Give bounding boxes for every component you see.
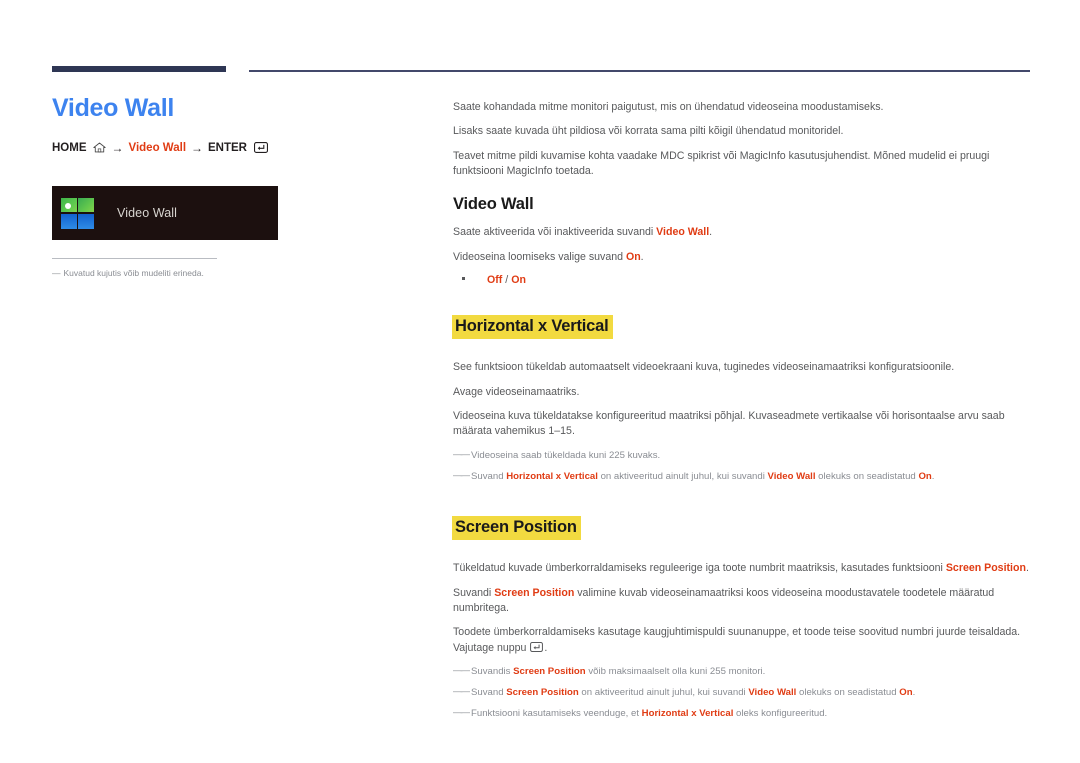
option-separator: /: [505, 274, 509, 287]
intro-paragraph-3: Teavet mitme pildi kuvamise kohta vaadak…: [453, 149, 990, 178]
hv-note-2-mid: on aktiveeritud ainult juhul, kui suvand…: [597, 470, 768, 482]
sp-p1-pre: Tükeldatud kuvade ümberkorraldamiseks re…: [453, 562, 946, 575]
hv-paragraph-3: Videoseina kuva tükeldatakse konfigureer…: [453, 409, 1005, 438]
breadcrumb-target-label[interactable]: Video Wall: [129, 142, 187, 154]
sp-note-3-pre: Funktsiooni kasutamiseks veenduge, et: [471, 708, 642, 720]
hv-note-1: ―― Videoseina saab tükeldada kuni 225 ku…: [453, 449, 1031, 463]
section-heading-horizontal-vertical: Horizontal x Vertical: [452, 315, 613, 340]
sp-paragraph-1: Tükeldatud kuvade ümberkorraldamiseks re…: [453, 561, 1031, 576]
video-wall-paragraph-1: Saate aktiveerida või inaktiveerida suva…: [453, 225, 1031, 240]
menu-preview-box[interactable]: Video Wall: [52, 186, 278, 240]
vw-p1-pre: Saate aktiveerida või inaktiveerida suva…: [453, 226, 657, 239]
sp-note-2-mid2: olekuks on seadistatud: [796, 687, 900, 699]
footnote-row: — Kuvatud kujutis võib mudeliti erineda.: [52, 268, 282, 279]
option-off[interactable]: Off: [487, 274, 502, 286]
section-horizontal-vertical: Horizontal x Vertical: [452, 302, 1031, 350]
note-dash-icon: ――: [453, 686, 470, 698]
note-dash-icon: ――: [453, 469, 470, 481]
vw-p2-accent: On: [625, 250, 641, 263]
sp-paragraph-2: Suvandi Screen Position valimine kuvab v…: [453, 586, 1031, 617]
hv-note-2: ―― Suvand Horizontal x Vertical on aktiv…: [453, 470, 1031, 484]
note-dash-icon: ――: [453, 707, 470, 719]
hv-note-2-pre: Suvand: [471, 470, 507, 482]
hv-note-2-accent-1: Horizontal x Vertical: [506, 470, 598, 482]
vw-p1-accent: Video Wall: [656, 226, 710, 239]
sp-note-2-accent-2: Video Wall: [748, 687, 797, 699]
enter-key-icon: [254, 142, 268, 153]
sp-note-3-accent: Horizontal x Vertical: [641, 708, 734, 720]
breadcrumb-enter-label: ENTER: [208, 141, 247, 154]
sp-p1-post: .: [1025, 562, 1029, 575]
footnote-divider: [52, 258, 217, 259]
enter-key-icon: [530, 641, 544, 652]
sp-note-2: ―― Suvand Screen Position on aktiveeritu…: [453, 686, 1031, 700]
left-footnote: — Kuvatud kujutis võib mudeliti erineda.: [52, 258, 282, 279]
vw-p2-post: .: [640, 250, 644, 263]
bullet-dot-icon: [462, 277, 465, 281]
section-heading-video-wall: Video Wall: [453, 195, 534, 214]
grid-indicator-dot: [65, 202, 71, 209]
hv-note-2-accent-2: Video Wall: [767, 470, 816, 482]
footnote-text: Kuvatud kujutis võib mudeliti erineda.: [63, 268, 204, 278]
sp-p3-post: .: [544, 641, 548, 654]
menu-preview-label: Video Wall: [117, 206, 178, 220]
vw-p2-pre: Videoseina loomiseks valige suvand: [453, 250, 626, 263]
section-heading-screen-position: Screen Position: [452, 516, 581, 541]
sp-note-2-accent-3: On: [899, 687, 913, 699]
intro-paragraph-1: Saate kohandada mitme monitori paigutust…: [453, 101, 884, 113]
hv-paragraph-1: See funktsioon tükeldab automaatselt vid…: [453, 361, 955, 374]
left-column: Video Wall HOME → Video Wall → ENTER: [52, 94, 392, 155]
section-screen-position: Screen Position: [452, 503, 1031, 551]
sp-note-1-accent: Screen Position: [513, 666, 586, 678]
hv-note-2-mid2: olekuks on seadistatud: [815, 470, 919, 482]
sp-paragraph-3: Toodete ümberkorraldamiseks kasutage kau…: [453, 625, 1031, 656]
sp-p2-accent: Screen Position: [494, 586, 575, 599]
footnote-dash: —: [52, 268, 60, 278]
sp-note-2-pre: Suvand: [471, 687, 507, 699]
sp-note-3-post: oleks konfigureeritud.: [733, 708, 828, 720]
header-rule-thick: [52, 66, 226, 72]
hv-note-2-accent-3: On: [918, 470, 932, 482]
video-wall-paragraph-2: Videoseina loomiseks valige suvand On.: [453, 250, 1031, 265]
sp-note-1-post: võib maksimaalselt olla kuni 255 monitor…: [585, 666, 766, 678]
sp-note-1: ―― Suvandis Screen Position võib maksima…: [453, 665, 1031, 679]
sp-note-1-pre: Suvandis: [471, 666, 514, 678]
breadcrumb-arrow-1: →: [111, 140, 124, 155]
grid-quadrant-bottom-right: [78, 213, 94, 229]
grid-quadrant-top-right: [78, 197, 94, 213]
hv-paragraph-2: Avage videoseinamaatriks.: [453, 385, 580, 398]
video-wall-grid-icon: [61, 197, 94, 229]
header-rules: [0, 66, 1080, 76]
breadcrumb-arrow-2: →: [191, 140, 204, 155]
note-dash-icon: ――: [453, 665, 470, 677]
sp-note-3: ―― Funktsiooni kasutamiseks veenduge, et…: [453, 707, 1031, 721]
breadcrumb: HOME → Video Wall → ENTER: [52, 141, 392, 155]
section-video-wall: Video Wall: [453, 195, 1031, 214]
page-title: Video Wall: [52, 94, 175, 122]
sp-p2-pre: Suvandi: [453, 586, 495, 599]
breadcrumb-home-label: HOME: [52, 141, 87, 154]
header-rule-thin: [249, 70, 1030, 72]
video-wall-options-row: Off / On: [453, 274, 1031, 286]
sp-note-2-accent-1: Screen Position: [506, 687, 579, 699]
option-on[interactable]: On: [511, 274, 526, 286]
sp-note-2-post: .: [912, 687, 916, 699]
hv-note-1-text: Videoseina saab tükeldada kuni 225 kuvak…: [471, 449, 661, 461]
vw-p1-post: .: [709, 226, 713, 239]
sp-p1-accent: Screen Position: [945, 562, 1026, 575]
sp-note-2-mid: on aktiveeritud ainult juhul, kui suvand…: [578, 687, 749, 699]
note-dash-icon: ――: [453, 448, 470, 460]
intro-paragraph-2: Lisaks saate kuvada üht pildiosa või kor…: [453, 125, 844, 138]
hv-note-2-post: .: [931, 470, 935, 482]
home-icon: [92, 142, 106, 153]
right-column: Saate kohandada mitme monitori paigutust…: [452, 100, 1031, 728]
grid-quadrant-bottom-left: [61, 213, 77, 229]
